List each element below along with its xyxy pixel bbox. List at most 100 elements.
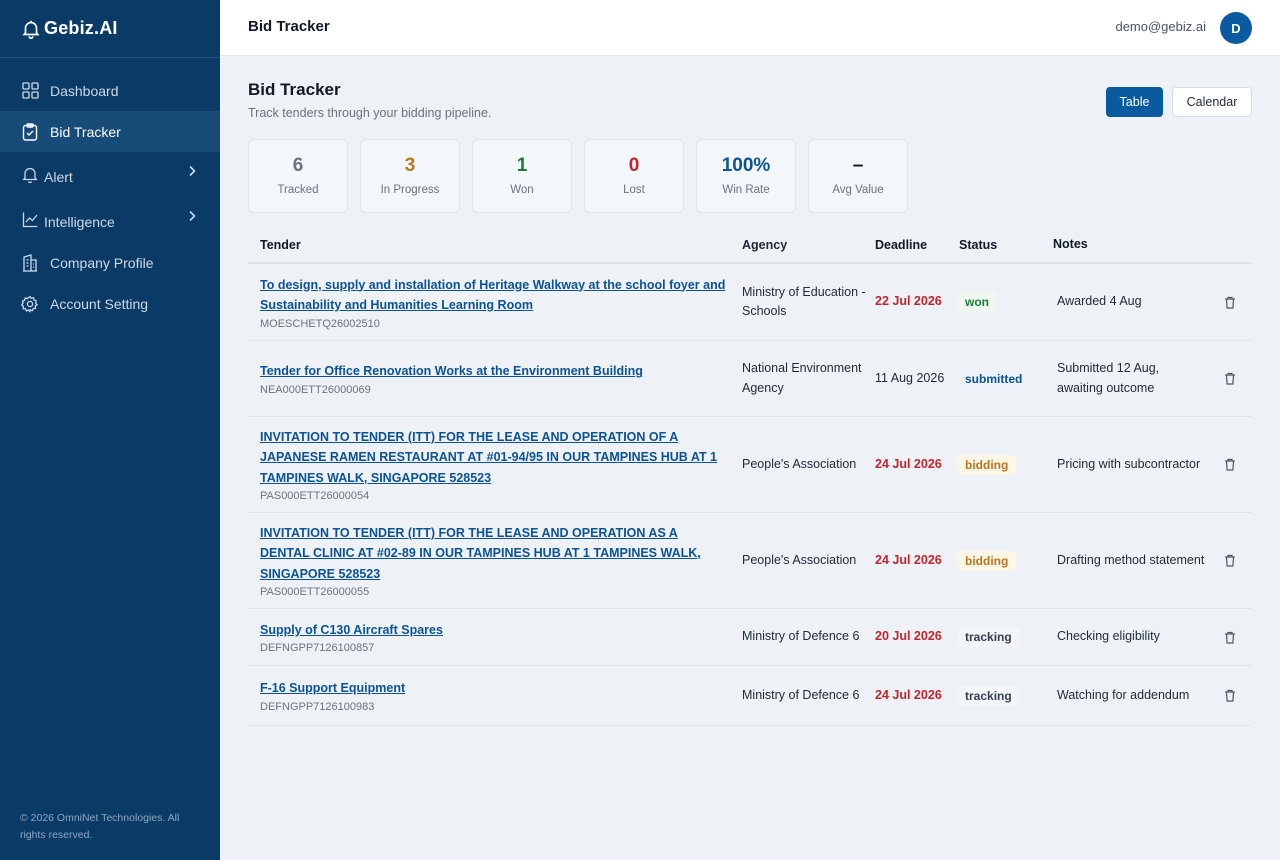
stat-value: –: [852, 155, 864, 176]
trend-chart-icon: [20, 210, 40, 230]
status-badge: bidding: [957, 454, 1017, 475]
sidebar-item-label: Intelligence: [44, 213, 115, 230]
delete-button[interactable]: [1207, 631, 1252, 644]
stat-label: In Progress: [380, 184, 440, 196]
column-header-agency: Agency: [742, 238, 788, 252]
agency-cell: People's Association: [742, 456, 857, 471]
bid-table: Tender Agency Deadline Status Notes To d…: [248, 228, 1252, 726]
deadline-cell: 24 Jul 2026: [875, 456, 942, 471]
clipboard-check-icon: [20, 122, 40, 142]
stat-card: 6 Tracked: [248, 139, 348, 213]
sidebar-footer: © 2026 OmniNet Technologies. All rights …: [20, 812, 180, 841]
gear-icon: [20, 294, 40, 314]
sidebar-item-intelligence[interactable]: Intelligence: [0, 197, 220, 242]
stat-card: – Avg Value: [808, 139, 908, 213]
stats-row: 6 Tracked 3 In Progress 1 Won 0 Lost 100% Win Rat…: [248, 139, 908, 213]
stat-value: 6: [292, 155, 304, 176]
delete-button[interactable]: [1207, 372, 1252, 385]
building-icon: [20, 253, 40, 273]
sidebar-nav: Dashboard Bid Tracker Alert Intelligence: [0, 58, 220, 324]
status-cell: bidding: [957, 550, 1053, 571]
tender-cell: INVITATION TO TENDER (ITT) FOR THE LEASE…: [248, 427, 742, 503]
stat-label: Won: [510, 184, 534, 196]
status-cell: won: [957, 292, 1053, 312]
page-title: Bid Tracker: [248, 80, 341, 99]
brand-logo[interactable]: Gebiz.AI: [0, 0, 220, 58]
table-row: Supply of C130 Aircraft Spares DEFNGPP712…: [248, 609, 1252, 666]
deadline-cell: 11 Aug 2026: [875, 370, 945, 385]
table-view-button[interactable]: Table: [1106, 87, 1163, 117]
sidebar-item-label: Company Profile: [50, 254, 154, 271]
tender-id: PAS000ETT26000054: [260, 490, 370, 503]
tender-title-link[interactable]: To design, supply and installation of He…: [260, 275, 726, 316]
stat-label: Lost: [623, 184, 645, 196]
tender-title-link[interactable]: INVITATION TO TENDER (ITT) FOR THE LEASE…: [260, 523, 726, 585]
notes-cell: Watching for addendum: [1057, 687, 1190, 702]
table-row: INVITATION TO TENDER (ITT) FOR THE LEASE…: [248, 417, 1252, 513]
status-cell: tracking: [957, 685, 1053, 706]
sidebar-item-alert[interactable]: Alert: [0, 152, 220, 197]
chevron-right-icon: [188, 209, 196, 225]
tender-title-link[interactable]: INVITATION TO TENDER (ITT) FOR THE LEASE…: [260, 427, 726, 489]
status-badge: tracking: [957, 627, 1020, 647]
delete-button[interactable]: [1207, 689, 1252, 702]
tender-id: DEFNGPP7126100857: [260, 642, 375, 655]
bell-icon: [20, 165, 40, 185]
table-body: To design, supply and installation of He…: [248, 264, 1252, 726]
delete-button[interactable]: [1207, 554, 1252, 567]
page-subtitle: Track tenders through your bidding pipel…: [248, 106, 492, 120]
stat-label: Tracked: [277, 184, 319, 196]
sidebar-item-label: Account Setting: [50, 295, 149, 312]
deadline-cell: 20 Jul 2026: [875, 629, 942, 644]
sidebar-item-label: Alert: [44, 168, 73, 185]
status-badge: won: [957, 292, 997, 312]
sidebar-item-dashboard[interactable]: Dashboard: [0, 70, 220, 111]
sidebar-item-label: Bid Tracker: [50, 123, 121, 140]
agency-cell: Ministry of Defence 6: [742, 629, 860, 644]
tender-title-link[interactable]: Tender for Office Renovation Works at th…: [260, 361, 726, 382]
logo-bell-icon: [22, 20, 40, 39]
sidebar-item-account-setting[interactable]: Account Setting: [0, 283, 220, 324]
delete-button[interactable]: [1207, 296, 1252, 309]
top-header: Bid Tracker demo@gebiz.ai D: [220, 0, 1280, 56]
notes-cell: Drafting method statement: [1057, 552, 1205, 567]
agency-cell: National Environment Agency: [742, 361, 862, 395]
tender-id: MOESCHETQ26002510: [260, 317, 380, 330]
stat-card: 1 Won: [472, 139, 572, 213]
stat-card: 100% Win Rate: [696, 139, 796, 213]
sidebar-item-company-profile[interactable]: Company Profile: [0, 242, 220, 283]
trash-icon: [1224, 458, 1235, 471]
sidebar: Gebiz.AI Dashboard Bid Tracker Alert Int…: [0, 0, 220, 860]
column-header-status: Status: [959, 238, 998, 252]
agency-cell: Ministry of Education - Schools: [742, 284, 866, 319]
sidebar-item-bid-tracker[interactable]: Bid Tracker: [0, 111, 220, 152]
column-header-tender: Tender: [260, 238, 301, 252]
table-row: INVITATION TO TENDER (ITT) FOR THE LEASE…: [248, 513, 1252, 609]
tender-cell: Supply of C130 Aircraft Spares DEFNGPP712…: [248, 620, 742, 655]
tender-title-link[interactable]: F-16 Support Equipment: [260, 678, 726, 699]
tender-title-link[interactable]: Supply of C130 Aircraft Spares: [260, 620, 726, 641]
deadline-cell: 22 Jul 2026: [875, 294, 942, 309]
stat-label: Win Rate: [722, 184, 770, 196]
delete-button[interactable]: [1207, 458, 1252, 471]
trash-icon: [1224, 296, 1235, 309]
tender-id: PAS000ETT26000055: [260, 586, 370, 599]
agency-cell: People's Association: [742, 552, 857, 567]
status-badge: tracking: [957, 685, 1020, 706]
notes-cell: Awarded 4 Aug: [1057, 294, 1142, 309]
notes-cell: Submitted 12 Aug, awaiting outcome: [1057, 361, 1160, 395]
avatar[interactable]: D: [1220, 12, 1252, 44]
status-cell: tracking: [957, 627, 1053, 647]
status-badge: submitted: [957, 368, 1031, 389]
calendar-view-button[interactable]: Calendar: [1172, 87, 1252, 117]
table-row: To design, supply and installation of He…: [248, 264, 1252, 341]
notes-cell: Checking eligibility: [1057, 629, 1160, 644]
table-row: Tender for Office Renovation Works at th…: [248, 341, 1252, 417]
brand-name: Gebiz.AI: [44, 18, 118, 38]
trash-icon: [1224, 689, 1235, 702]
tender-cell: To design, supply and installation of He…: [248, 275, 742, 330]
status-cell: submitted: [957, 368, 1053, 389]
stat-value: 3: [404, 155, 416, 176]
stat-card: 3 In Progress: [360, 139, 460, 213]
table-row: F-16 Support Equipment DEFNGPP7126100983 M…: [248, 666, 1252, 726]
